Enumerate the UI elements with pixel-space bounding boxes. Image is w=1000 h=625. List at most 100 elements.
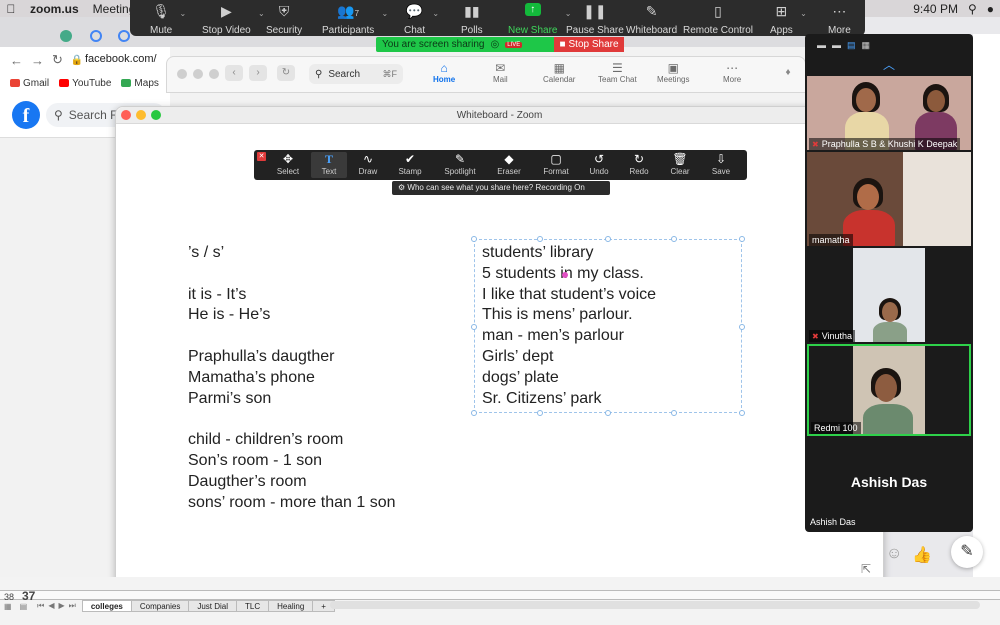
apps-button[interactable]: ⊞ Apps ⌄ <box>770 3 807 36</box>
bookmark-youtube[interactable]: YouTube <box>59 78 111 89</box>
emoji-icon[interactable]: ☺ <box>886 545 902 565</box>
app-name[interactable]: zoom.us <box>22 2 87 16</box>
apple-icon[interactable]:  <box>0 2 22 16</box>
participants-button[interactable]: 👥7 Participants ⌄ <box>322 3 388 36</box>
minimize-icon[interactable]: ▬ <box>817 40 826 50</box>
bookmark-maps[interactable]: Maps <box>121 78 159 89</box>
maximize-window-icon[interactable] <box>151 110 161 120</box>
sheet-tab-tlc[interactable]: TLC <box>236 600 270 612</box>
chevron-down-icon[interactable]: ⌄ <box>432 9 439 18</box>
sheet-tab-healing[interactable]: Healing <box>268 600 314 612</box>
facebook-logo-icon[interactable]: f <box>12 101 40 129</box>
tool-select[interactable]: ✥ Select <box>270 152 306 176</box>
more-button[interactable]: ⋯ More <box>828 3 851 36</box>
sheet-tab-just-dial[interactable]: Just Dial <box>188 600 238 612</box>
sheet-view-icon[interactable]: ▤ <box>16 602 32 611</box>
tool-stamp[interactable]: ✔ Stamp <box>392 152 428 176</box>
close-window-icon[interactable] <box>121 110 131 120</box>
chevron-down-icon[interactable]: ⌄ <box>800 9 807 18</box>
resize-handle[interactable] <box>537 236 543 242</box>
hide-video-icon[interactable]: ▬ <box>832 40 841 50</box>
resize-handle[interactable] <box>471 410 477 416</box>
video-tile-mamatha[interactable]: mamatha <box>807 152 971 246</box>
sheet-tab-colleges[interactable]: colleges <box>81 600 132 612</box>
tool-draw[interactable]: ∿ Draw <box>350 152 386 176</box>
search-icon[interactable]: ⚲ <box>968 2 977 16</box>
chevron-down-icon[interactable]: ⌄ <box>258 9 265 18</box>
close-toolbar-icon[interactable]: ✕ <box>257 152 266 161</box>
resize-handle[interactable] <box>739 236 745 242</box>
left-text-block[interactable]: ’s / s’ it is - It’s He is - He’s Praphu… <box>188 243 396 513</box>
next-sheet-icon[interactable]: ▶ <box>58 601 64 611</box>
sheet-view-icon[interactable]: ▦ <box>0 602 16 611</box>
bell-icon[interactable]: ♦ <box>779 65 797 81</box>
video-tile-praphulla[interactable]: ✖ Praphulla S B & Khushi K Deepak <box>807 76 971 150</box>
resize-handle[interactable] <box>739 410 745 416</box>
back-icon[interactable]: ‹ <box>225 65 243 81</box>
horizontal-scrollbar[interactable] <box>330 601 980 609</box>
reload-icon[interactable]: ↻ <box>52 52 63 68</box>
participant-no-video-name[interactable]: Ashish Das <box>805 474 973 490</box>
chevron-up-icon[interactable]: ︿ <box>883 56 895 73</box>
tab-calendar[interactable]: ▦ Calendar <box>543 61 575 84</box>
chevron-down-icon[interactable]: ⌄ <box>382 9 389 18</box>
resize-handle[interactable] <box>671 236 677 242</box>
tool-text[interactable]: T Text <box>311 152 347 178</box>
tool-save[interactable]: ⇩ Save <box>703 152 739 176</box>
google-icon[interactable] <box>118 30 130 42</box>
tool-clear[interactable]: 🗑 Clear <box>662 152 698 176</box>
pause-share-button[interactable]: ❚❚ Pause Share <box>566 3 624 36</box>
new-share-button[interactable]: ↑ New Share ⌄ <box>508 3 571 36</box>
security-button[interactable]: ⛨ Security <box>266 3 302 36</box>
screen-sharing-banner[interactable]: You are screen sharing ◎ LIVE <box>376 37 554 52</box>
recording-banner[interactable]: ⚙ Who can see what you share here? Recor… <box>392 181 610 195</box>
tab-home[interactable]: ⌂ Home <box>433 61 455 84</box>
clock[interactable]: 9:40 PM <box>913 2 958 16</box>
back-icon[interactable]: ← <box>10 53 23 68</box>
user-icon[interactable]: ● <box>987 2 994 16</box>
tab-meetings[interactable]: ▣ Meetings <box>657 61 689 84</box>
speaker-view-icon[interactable]: ▤ <box>847 40 856 51</box>
thumbs-up-icon[interactable]: 👍 <box>912 545 932 565</box>
last-sheet-icon[interactable]: ⏭ <box>69 601 76 611</box>
tab-more[interactable]: ⋯ More <box>723 61 741 84</box>
sheet-tab-companies[interactable]: Companies <box>130 600 190 612</box>
tool-eraser[interactable]: ◆ Eraser <box>491 152 527 176</box>
stop-video-button[interactable]: ▶ Stop Video ⌄ <box>202 3 265 36</box>
tool-format[interactable]: ▢ Format <box>538 152 574 176</box>
resize-handle[interactable] <box>739 324 745 330</box>
tool-redo[interactable]: ↻ Redo <box>621 152 657 176</box>
bookmark-gmail[interactable]: Gmail <box>10 78 49 89</box>
stop-share-button[interactable]: ■ Stop Share <box>554 37 624 52</box>
gallery-view-icon[interactable]: ▦ <box>862 40 871 51</box>
window-controls[interactable] <box>177 69 219 79</box>
tab-mail[interactable]: ✉ Mail <box>493 61 508 84</box>
polls-button[interactable]: ▮▮ Polls <box>461 3 483 36</box>
video-tile-redmi[interactable]: Redmi 100 <box>807 344 971 436</box>
compose-button[interactable]: ✎ <box>951 536 983 568</box>
forward-icon[interactable]: → <box>31 53 44 68</box>
share-icon[interactable]: ⇱ <box>861 562 871 576</box>
address-bar[interactable]: facebook.com/ <box>85 53 157 65</box>
resize-handle[interactable] <box>671 410 677 416</box>
google-icon[interactable] <box>90 30 102 42</box>
tool-spotlight[interactable]: ✎ Spotlight <box>442 152 478 176</box>
mute-button[interactable]: 🎙 Mute ⌄ <box>150 3 186 36</box>
resize-handle[interactable] <box>537 410 543 416</box>
resize-handle[interactable] <box>605 236 611 242</box>
whiteboard-button[interactable]: ✎ Whiteboard <box>626 3 677 36</box>
resize-handle[interactable] <box>471 236 477 242</box>
resize-handle[interactable] <box>605 410 611 416</box>
video-tile-vinutha[interactable]: ✖ Vinutha <box>807 248 971 342</box>
prev-sheet-icon[interactable]: ◀ <box>48 601 54 611</box>
remote-control-button[interactable]: ▯ Remote Control <box>683 3 753 36</box>
resize-handle[interactable] <box>471 324 477 330</box>
chevron-down-icon[interactable]: ⌄ <box>180 9 187 18</box>
tab-favicon-icon[interactable] <box>60 30 72 42</box>
minimize-window-icon[interactable] <box>136 110 146 120</box>
forward-icon[interactable]: › <box>249 65 267 81</box>
tab-team-chat[interactable]: ☰ Team Chat <box>598 61 637 84</box>
right-text-block[interactable]: students’ library 5 students in my class… <box>482 243 656 409</box>
zoom-search[interactable]: ⚲ Search ⌘F <box>309 64 403 84</box>
first-sheet-icon[interactable]: ⏮ <box>37 601 44 611</box>
